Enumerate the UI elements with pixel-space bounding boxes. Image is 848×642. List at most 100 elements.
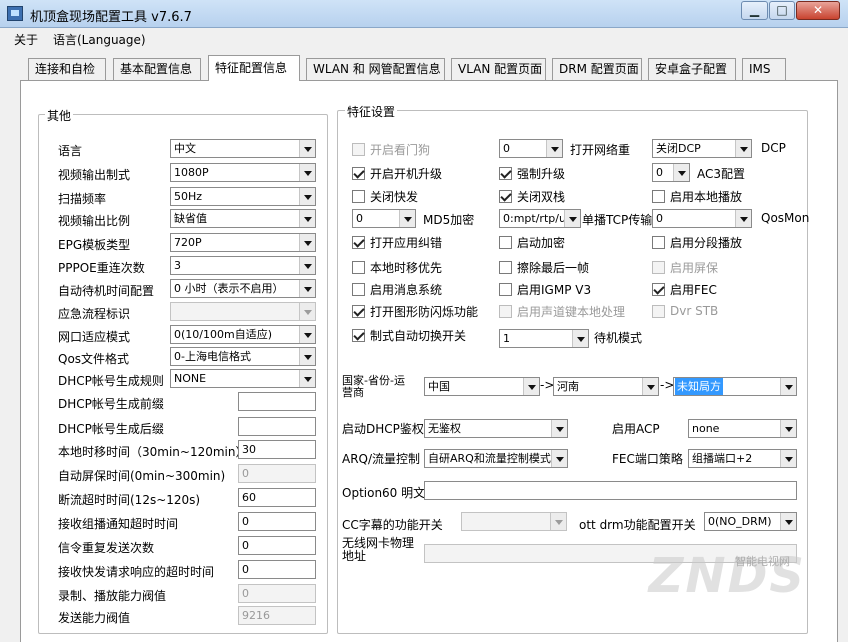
- other-field-select[interactable]: NONE: [170, 369, 316, 388]
- feature-checkbox[interactable]: 强制升级: [499, 165, 565, 181]
- feature-checkbox-label: 制式自动切换开关: [370, 328, 467, 343]
- tab-feature-config[interactable]: 特征配置信息: [208, 55, 300, 81]
- tab-basic-config[interactable]: 基本配置信息: [113, 58, 201, 80]
- other-field-select[interactable]: 0 小时（表示不启用）: [170, 279, 316, 298]
- feature-checkbox-label: 擦除最后一帧: [517, 260, 590, 275]
- feature-checkbox[interactable]: 启用声道键本地处理: [499, 303, 625, 319]
- option60-input[interactable]: [424, 481, 797, 500]
- feature-checkbox[interactable]: 本地时移优先: [352, 259, 442, 275]
- feature-checkbox[interactable]: 关闭双栈: [499, 188, 565, 204]
- feature-select-value: 0: [656, 212, 663, 225]
- province-select[interactable]: 河南: [553, 377, 659, 396]
- feature-checkbox[interactable]: 制式自动切换开关: [352, 327, 466, 343]
- feature-checkbox[interactable]: 启用分段播放: [652, 234, 742, 250]
- feature-checkbox[interactable]: 开启开机升级: [352, 165, 442, 181]
- feature-checkbox[interactable]: 打开图形防闪烁功能: [352, 303, 478, 319]
- other-field-label: PPPOE重连次数: [58, 261, 145, 275]
- feature-checkbox[interactable]: Dvr STB: [652, 303, 718, 319]
- tab-android-config[interactable]: 安卓盒子配置: [648, 58, 736, 80]
- feature-checkbox[interactable]: 打开应用纠错: [352, 234, 442, 250]
- other-field-input[interactable]: 0: [238, 536, 316, 555]
- other-field-input[interactable]: 0: [238, 584, 316, 603]
- fec-port-value: 组播端口+2: [692, 452, 753, 465]
- other-field-label: 扫描频率: [58, 192, 107, 206]
- feature-checkbox-label: 关闭快发: [370, 189, 419, 204]
- tab-wlan-config[interactable]: WLAN 和 网管配置信息: [306, 58, 445, 80]
- other-field-value: 9216: [242, 609, 270, 622]
- other-field-input[interactable]: [238, 392, 316, 411]
- fec-port-select[interactable]: 组播端口+2: [688, 449, 797, 468]
- feature-checkbox[interactable]: 启用屏保: [652, 259, 718, 275]
- arq-label: ARQ/流量控制: [342, 452, 421, 466]
- minimize-button[interactable]: ▁: [741, 1, 768, 20]
- acp-value: none: [692, 422, 720, 435]
- checkbox-icon: [352, 166, 365, 180]
- other-field-label: DHCP帐号生成后缀: [58, 422, 164, 436]
- feature-checkbox[interactable]: 擦除最后一帧: [499, 259, 589, 275]
- acp-select[interactable]: none: [688, 419, 797, 438]
- other-field-input[interactable]: 0: [238, 560, 316, 579]
- feature-select-label: AC3配置: [697, 167, 746, 181]
- feature-checkbox[interactable]: 启用本地播放: [652, 188, 742, 204]
- tab-connect-selftest[interactable]: 连接和自检: [28, 58, 106, 80]
- chevron-down-icon: [299, 280, 315, 297]
- close-button[interactable]: ✕: [796, 1, 840, 20]
- checkbox-icon: [652, 189, 665, 203]
- other-field-select[interactable]: 缺省值: [170, 209, 316, 228]
- feature-select[interactable]: 关闭DCP: [652, 139, 752, 158]
- other-field-input[interactable]: 0: [238, 464, 316, 483]
- feature-select[interactable]: 0: [652, 163, 690, 182]
- chevron-down-icon: [551, 450, 567, 467]
- menu-about[interactable]: 关于: [14, 31, 38, 48]
- feature-checkbox[interactable]: 启用FEC: [652, 281, 717, 297]
- arq-select[interactable]: 自研ARQ和流量控制模式: [424, 449, 568, 468]
- feature-checkbox[interactable]: 启动加密: [499, 234, 565, 250]
- feature-select[interactable]: 0: [652, 209, 752, 228]
- tab-ims[interactable]: IMS: [742, 58, 786, 80]
- chevron-down-icon: [780, 378, 796, 395]
- tab-drm-config[interactable]: DRM 配置页面: [552, 58, 642, 80]
- feature-select[interactable]: 0:mpt/rtp/udp: [499, 209, 581, 228]
- feature-select[interactable]: 0: [352, 209, 416, 228]
- other-field-select[interactable]: 1080P: [170, 163, 316, 182]
- other-field-value: 0 小时（表示不启用）: [174, 282, 284, 295]
- dhcp-auth-label: 启动DHCP鉴权: [342, 422, 424, 436]
- country-select[interactable]: 中国: [424, 377, 540, 396]
- cc-subtitle-select[interactable]: [461, 512, 567, 531]
- arq-value: 自研ARQ和流量控制模式: [428, 452, 551, 465]
- other-field-select[interactable]: 50Hz: [170, 187, 316, 206]
- menu-language[interactable]: 语言(Language): [53, 31, 146, 48]
- feature-checkbox[interactable]: 开启看门狗: [352, 141, 430, 157]
- ott-drm-select[interactable]: 0(NO_DRM): [704, 512, 797, 531]
- other-field-input[interactable]: 30: [238, 440, 316, 459]
- feature-select[interactable]: 0: [499, 139, 563, 158]
- dhcp-auth-select[interactable]: 无鉴权: [424, 419, 568, 438]
- feature-checkbox-label: 打开应用纠错: [370, 235, 443, 250]
- feature-select-value: 关闭DCP: [656, 142, 701, 155]
- other-field-input[interactable]: [238, 417, 316, 436]
- feature-checkbox[interactable]: 启用IGMP V3: [499, 281, 591, 297]
- other-field-select[interactable]: 720P: [170, 233, 316, 252]
- operator-select[interactable]: 未知局方: [673, 377, 797, 396]
- other-field-select[interactable]: 3: [170, 256, 316, 275]
- other-field-label: DHCP帐号生成规则: [58, 374, 164, 388]
- other-field-select[interactable]: 中文: [170, 139, 316, 158]
- maximize-button[interactable]: □: [769, 1, 795, 20]
- other-field-select[interactable]: 0-上海电信格式: [170, 347, 316, 366]
- other-field-input[interactable]: 60: [238, 488, 316, 507]
- checkbox-icon: [352, 235, 365, 249]
- other-field-select[interactable]: 0(10/100m自适应): [170, 325, 316, 344]
- other-field-input[interactable]: 9216: [238, 606, 316, 625]
- feature-checkbox[interactable]: 关闭快发: [352, 188, 418, 204]
- feature-select[interactable]: 1: [499, 329, 589, 348]
- other-field-select[interactable]: [170, 302, 316, 321]
- feature-checkbox[interactable]: 启用消息系统: [352, 281, 442, 297]
- other-field-value: 720P: [174, 236, 202, 249]
- acp-label: 启用ACP: [612, 422, 660, 436]
- other-field-input[interactable]: 0: [238, 512, 316, 531]
- other-field-label: EPG模板类型: [58, 238, 131, 252]
- tab-vlan-config[interactable]: VLAN 配置页面: [451, 58, 546, 80]
- feature-select-label: 打开网络重: [570, 143, 631, 157]
- checkbox-icon: [499, 260, 512, 274]
- chevron-down-icon: [523, 378, 539, 395]
